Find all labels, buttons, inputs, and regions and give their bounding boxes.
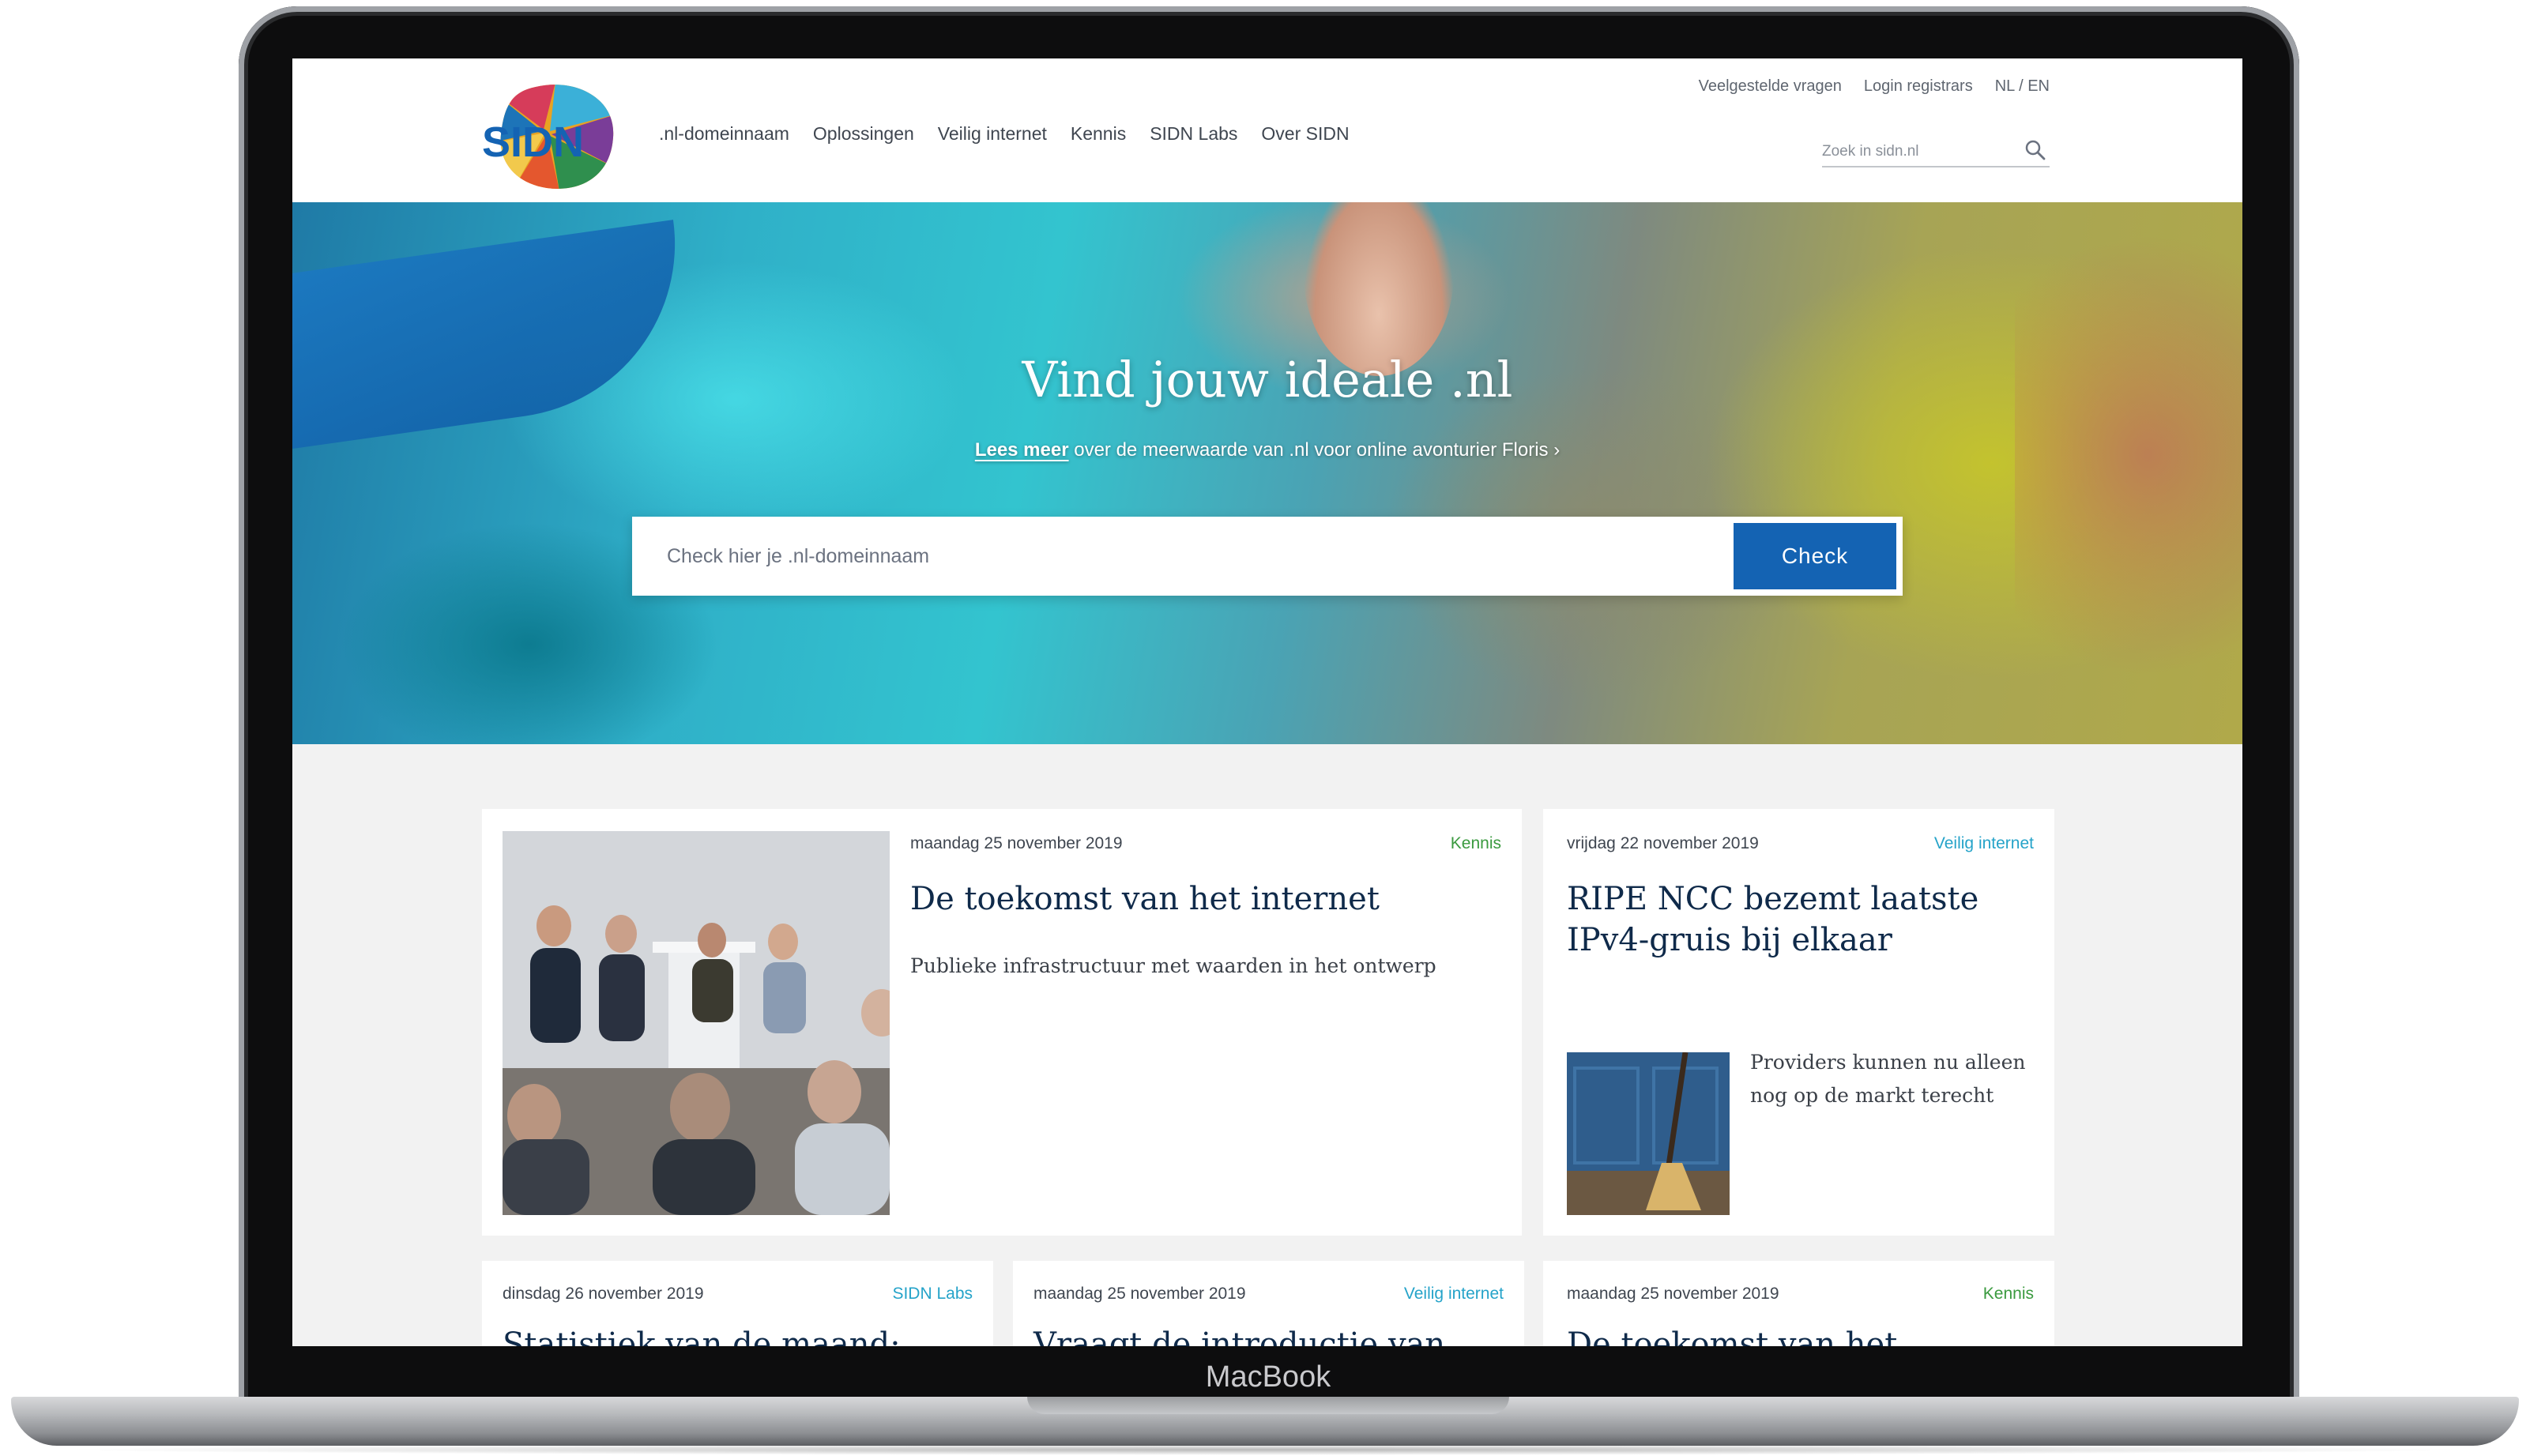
domain-check-input[interactable] bbox=[667, 540, 1694, 572]
check-button[interactable]: Check bbox=[1734, 523, 1896, 589]
hero-title: Vind jouw ideale .nl bbox=[1022, 351, 1513, 408]
news-card[interactable]: maandag 25 november 2019 Veilig internet… bbox=[1013, 1261, 1524, 1346]
card-title[interactable]: De toekomst van het internet bbox=[910, 878, 1495, 920]
nav-item-nl-domeinnaam[interactable]: .nl-domeinnaam bbox=[659, 123, 789, 145]
nav-item-veilig-internet[interactable]: Veilig internet bbox=[938, 123, 1047, 145]
card-summary: Providers kunnen nu alleen nog op de mar… bbox=[1750, 1051, 2026, 1107]
news-card[interactable]: maandag 25 november 2019 Kennis De toeko… bbox=[482, 809, 1522, 1236]
laptop-base-notch bbox=[1027, 1397, 1509, 1414]
main-navigation: .nl-domeinnaam Oplossingen Veilig intern… bbox=[659, 123, 1350, 145]
news-card[interactable]: dinsdag 26 november 2019 SIDN Labs Stati… bbox=[482, 1261, 993, 1346]
broom-photo bbox=[1567, 1052, 1730, 1215]
site-search-input[interactable] bbox=[1822, 139, 2012, 164]
hero-banner: Vind jouw ideale .nl Lees meer over de m… bbox=[292, 202, 2242, 744]
card-title[interactable]: Statistiek van de maand: bbox=[503, 1324, 977, 1346]
panel-discussion-photo bbox=[503, 831, 890, 1215]
domain-check-form: Check bbox=[632, 517, 1903, 596]
card-category-tag[interactable]: Kennis bbox=[1983, 1285, 2034, 1304]
svg-text:SIDN: SIDN bbox=[482, 119, 584, 166]
laptop-shadow bbox=[55, 1444, 2475, 1455]
nav-item-over-sidn[interactable]: Over SIDN bbox=[1261, 123, 1349, 145]
hero-photo-finger bbox=[1304, 202, 1454, 376]
sidn-logo[interactable]: SIDN bbox=[480, 82, 618, 191]
logo-lettering: SIDN bbox=[482, 119, 584, 166]
card-date: vrijdag 22 november 2019 bbox=[1567, 834, 1759, 852]
site-header: SIDN .nl-domeinnaam Oplossingen Veilig i… bbox=[292, 58, 2242, 202]
card-date: maandag 25 november 2019 bbox=[1033, 1285, 1246, 1303]
card-category-tag[interactable]: Veilig internet bbox=[1934, 834, 2034, 853]
utility-navigation: Veelgestelde vragen Login registrars NL … bbox=[1699, 77, 2050, 96]
card-title[interactable]: De toekomst van het bbox=[1567, 1324, 2041, 1346]
news-card[interactable]: maandag 25 november 2019 Kennis De toeko… bbox=[1543, 1261, 2054, 1346]
hero-subtitle: Lees meer over de meerwaarde van .nl voo… bbox=[292, 439, 2242, 461]
card-category-tag[interactable]: SIDN Labs bbox=[892, 1285, 973, 1304]
language-switch[interactable]: NL / EN bbox=[1995, 77, 2050, 96]
nav-item-oplossingen[interactable]: Oplossingen bbox=[813, 123, 914, 145]
login-registrars-link[interactable]: Login registrars bbox=[1864, 77, 1973, 96]
news-card[interactable]: vrijdag 22 november 2019 Veilig internet… bbox=[1543, 809, 2054, 1236]
site-search bbox=[1822, 136, 2050, 167]
browser-viewport: SIDN .nl-domeinnaam Oplossingen Veilig i… bbox=[292, 58, 2242, 1346]
faq-link[interactable]: Veelgestelde vragen bbox=[1699, 77, 1842, 96]
card-date: maandag 25 november 2019 bbox=[910, 834, 1123, 852]
card-category-tag[interactable]: Veilig internet bbox=[1404, 1285, 1504, 1304]
nav-item-kennis[interactable]: Kennis bbox=[1071, 123, 1126, 145]
search-icon[interactable] bbox=[2024, 139, 2046, 161]
card-title[interactable]: RIPE NCC bezemt laatste IPv4-gruis bij e… bbox=[1567, 878, 2033, 961]
hero-subtitle-text: over de meerwaarde van .nl voor online a… bbox=[1068, 439, 1561, 461]
hero-photo-sleeve bbox=[292, 220, 698, 453]
card-summary: Publieke infrastructuur met waarden in h… bbox=[910, 954, 1436, 977]
device-brand-label: MacBook bbox=[1205, 1360, 1331, 1394]
hero-read-more-link[interactable]: Lees meer bbox=[975, 439, 1069, 461]
nav-item-sidn-labs[interactable]: SIDN Labs bbox=[1150, 123, 1237, 145]
card-date: dinsdag 26 november 2019 bbox=[503, 1285, 704, 1303]
card-date: maandag 25 november 2019 bbox=[1567, 1285, 1779, 1303]
card-title[interactable]: Vraagt de introductie van bbox=[1033, 1324, 1508, 1346]
card-category-tag[interactable]: Kennis bbox=[1451, 834, 1501, 853]
